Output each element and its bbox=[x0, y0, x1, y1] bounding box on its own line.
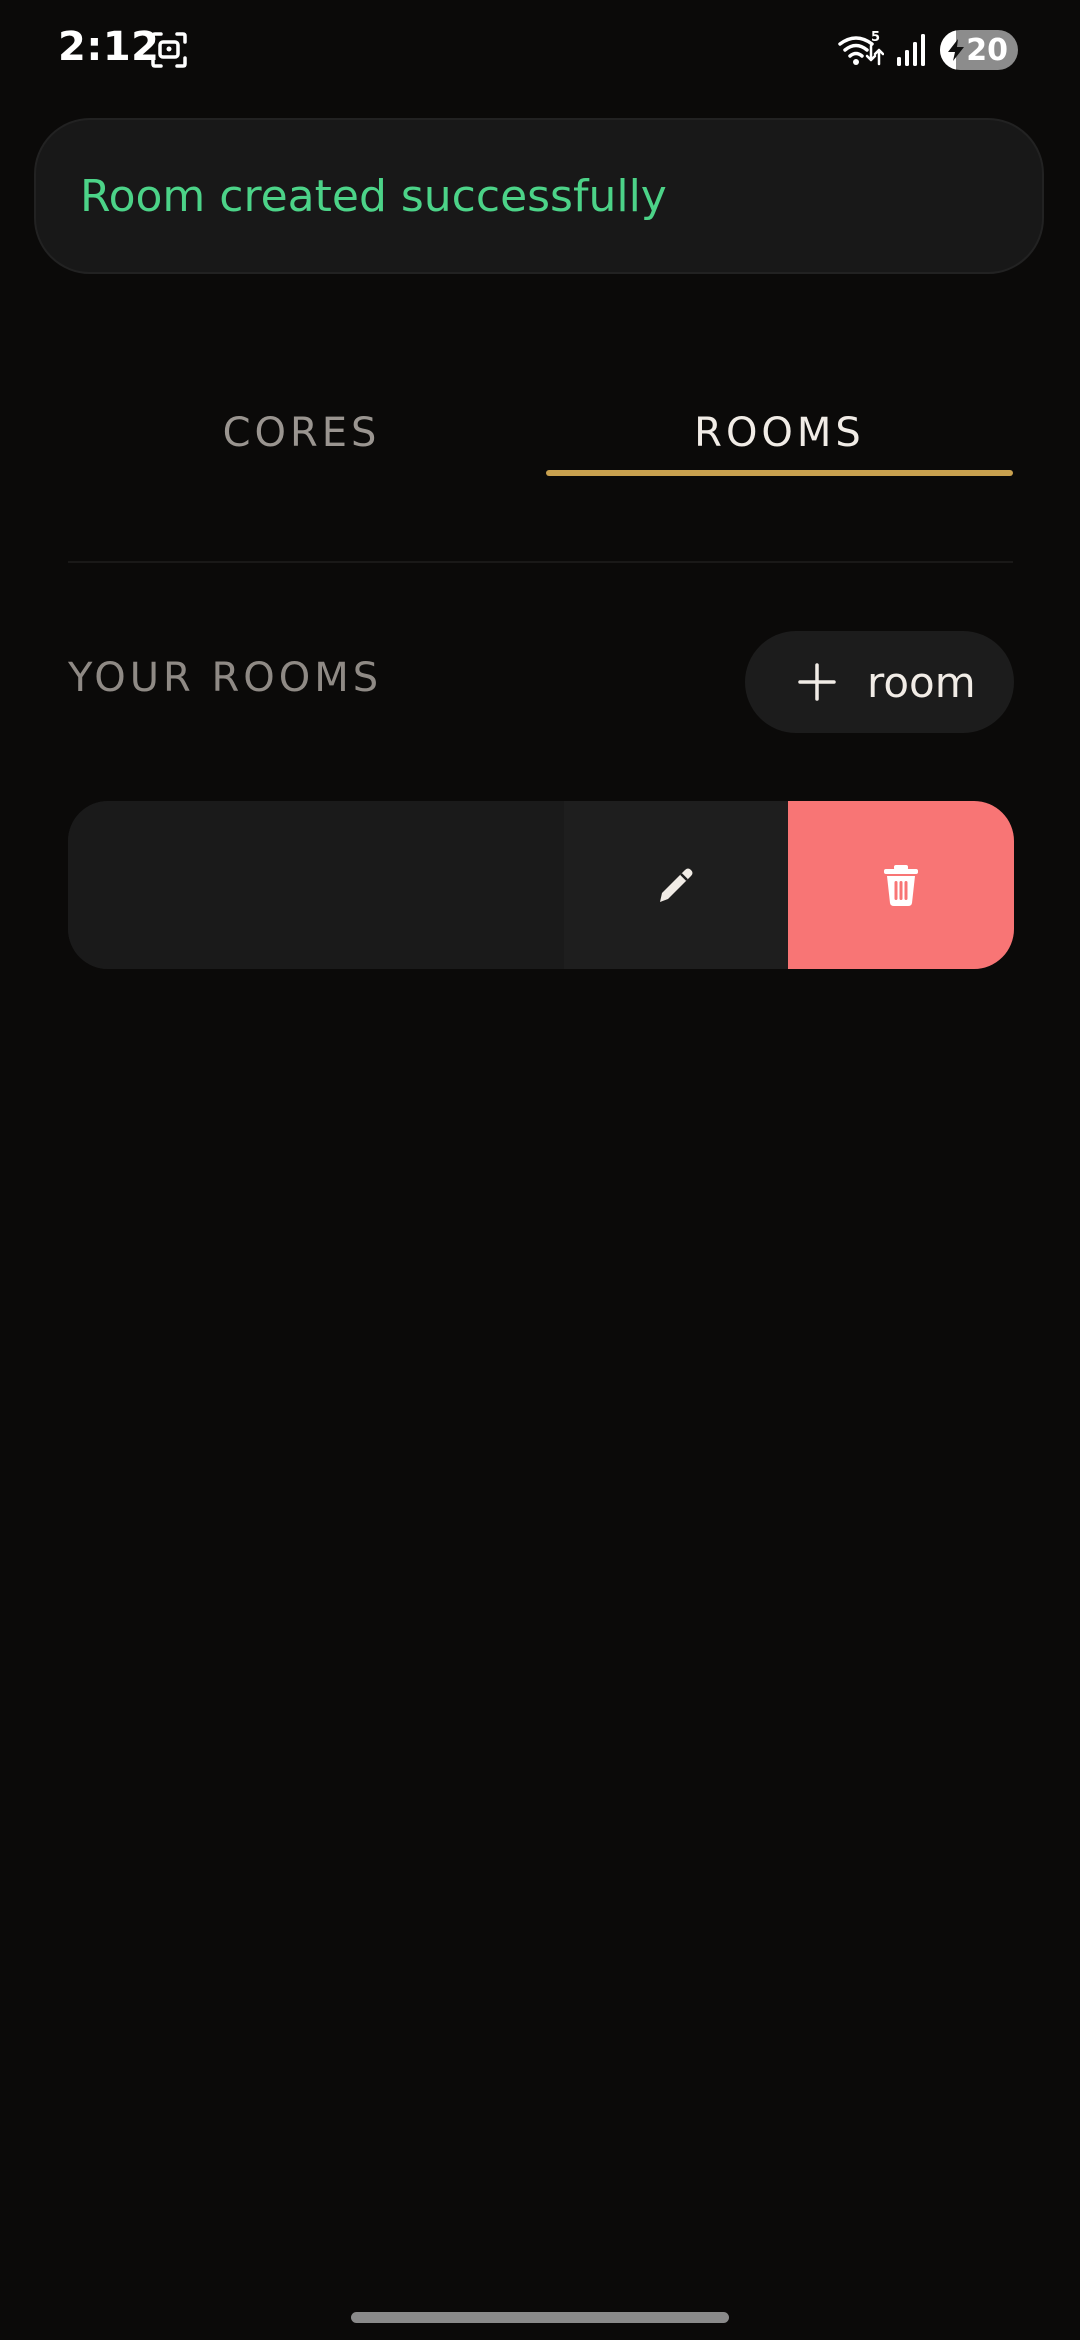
tab-rooms[interactable]: ROOMS bbox=[546, 390, 1013, 476]
home-indicator[interactable] bbox=[351, 2312, 729, 2323]
battery-level: 20 bbox=[966, 32, 1008, 68]
snackbar-message: Room created successfully bbox=[80, 170, 667, 222]
trash-icon bbox=[884, 865, 918, 906]
status-time: 2:12 bbox=[58, 24, 160, 70]
wifi-icon: 5 bbox=[838, 30, 884, 66]
add-room-label: room bbox=[867, 657, 976, 707]
edit-room-button[interactable] bbox=[564, 801, 788, 969]
add-room-button[interactable]: room bbox=[745, 631, 1014, 733]
screenshot-icon bbox=[151, 32, 187, 68]
room-list-item[interactable] bbox=[68, 801, 1014, 969]
plus-icon bbox=[798, 663, 836, 701]
charging-bolt-icon bbox=[948, 39, 964, 61]
section-title: YOUR ROOMS bbox=[68, 655, 383, 701]
room-card-body[interactable] bbox=[68, 801, 564, 969]
signal-icon bbox=[897, 34, 925, 66]
pencil-icon bbox=[660, 868, 693, 902]
app-screen: 2:12 5 20 Room created successfully CORE… bbox=[0, 0, 1080, 2340]
wifi-badge: 5 bbox=[871, 30, 880, 45]
tab-indicator bbox=[546, 470, 1013, 476]
divider bbox=[68, 561, 1013, 563]
battery-icon: 20 bbox=[940, 30, 1018, 70]
tab-bar: CORES ROOMS bbox=[68, 390, 1013, 476]
status-icons: 5 20 bbox=[838, 28, 1018, 72]
delete-room-button[interactable] bbox=[788, 801, 1014, 969]
snackbar: Room created successfully bbox=[34, 118, 1044, 274]
tab-cores[interactable]: CORES bbox=[68, 390, 535, 476]
status-bar: 2:12 5 20 bbox=[0, 0, 1080, 100]
